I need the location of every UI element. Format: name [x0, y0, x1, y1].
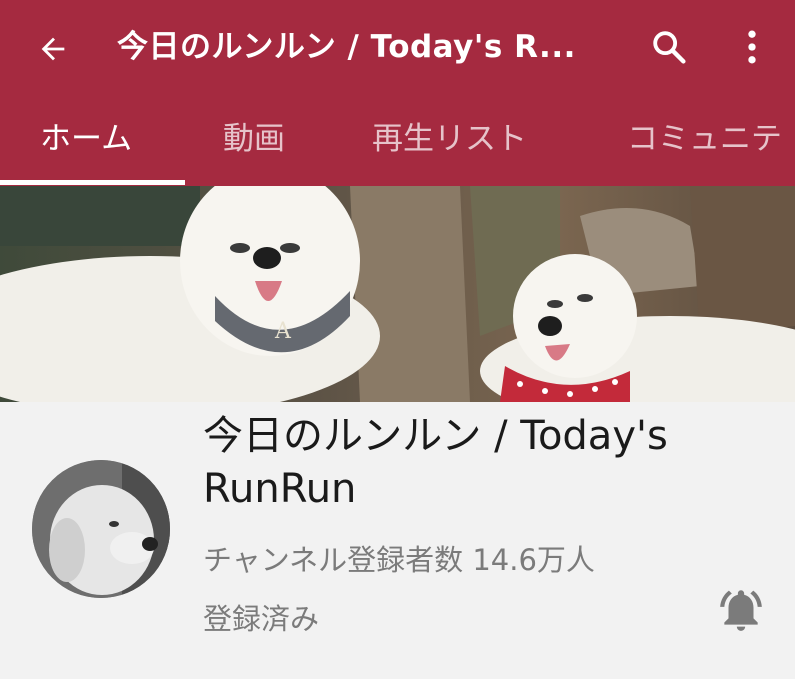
back-arrow-icon — [41, 37, 65, 61]
app-bar-title: 今日のルンルン / Today's R... — [117, 29, 576, 65]
subscribed-button[interactable]: 登録済み — [203, 599, 319, 639]
tab-home[interactable]: ホーム — [40, 95, 132, 186]
more-options-button[interactable] — [730, 24, 774, 70]
banner-image: A — [0, 186, 795, 402]
tab-playlists[interactable]: 再生リスト — [372, 95, 527, 186]
subscriber-count: チャンネル登録者数 14.6万人 — [203, 543, 595, 577]
search-icon — [653, 31, 686, 64]
notification-bell-button[interactable] — [716, 585, 766, 635]
active-tab-indicator — [0, 180, 185, 185]
back-button[interactable] — [30, 26, 80, 70]
search-button[interactable] — [646, 24, 696, 70]
tab-community[interactable]: コミュニテ — [627, 95, 782, 186]
channel-banner: A — [0, 186, 795, 402]
channel-name: 今日のルンルン / Today's RunRun — [203, 413, 668, 512]
more-vert-icon — [748, 30, 756, 64]
tab-videos[interactable]: 動画 — [223, 95, 285, 186]
channel-avatar[interactable] — [32, 460, 170, 598]
bell-ringing-icon — [720, 590, 762, 631]
avatar-image — [32, 460, 170, 598]
bib-letter: A — [274, 319, 292, 344]
channel-tabs: ホーム 動画 再生リスト コミュニテ — [0, 95, 795, 186]
app-bar: 今日のルンルン / Today's R... — [0, 0, 795, 95]
